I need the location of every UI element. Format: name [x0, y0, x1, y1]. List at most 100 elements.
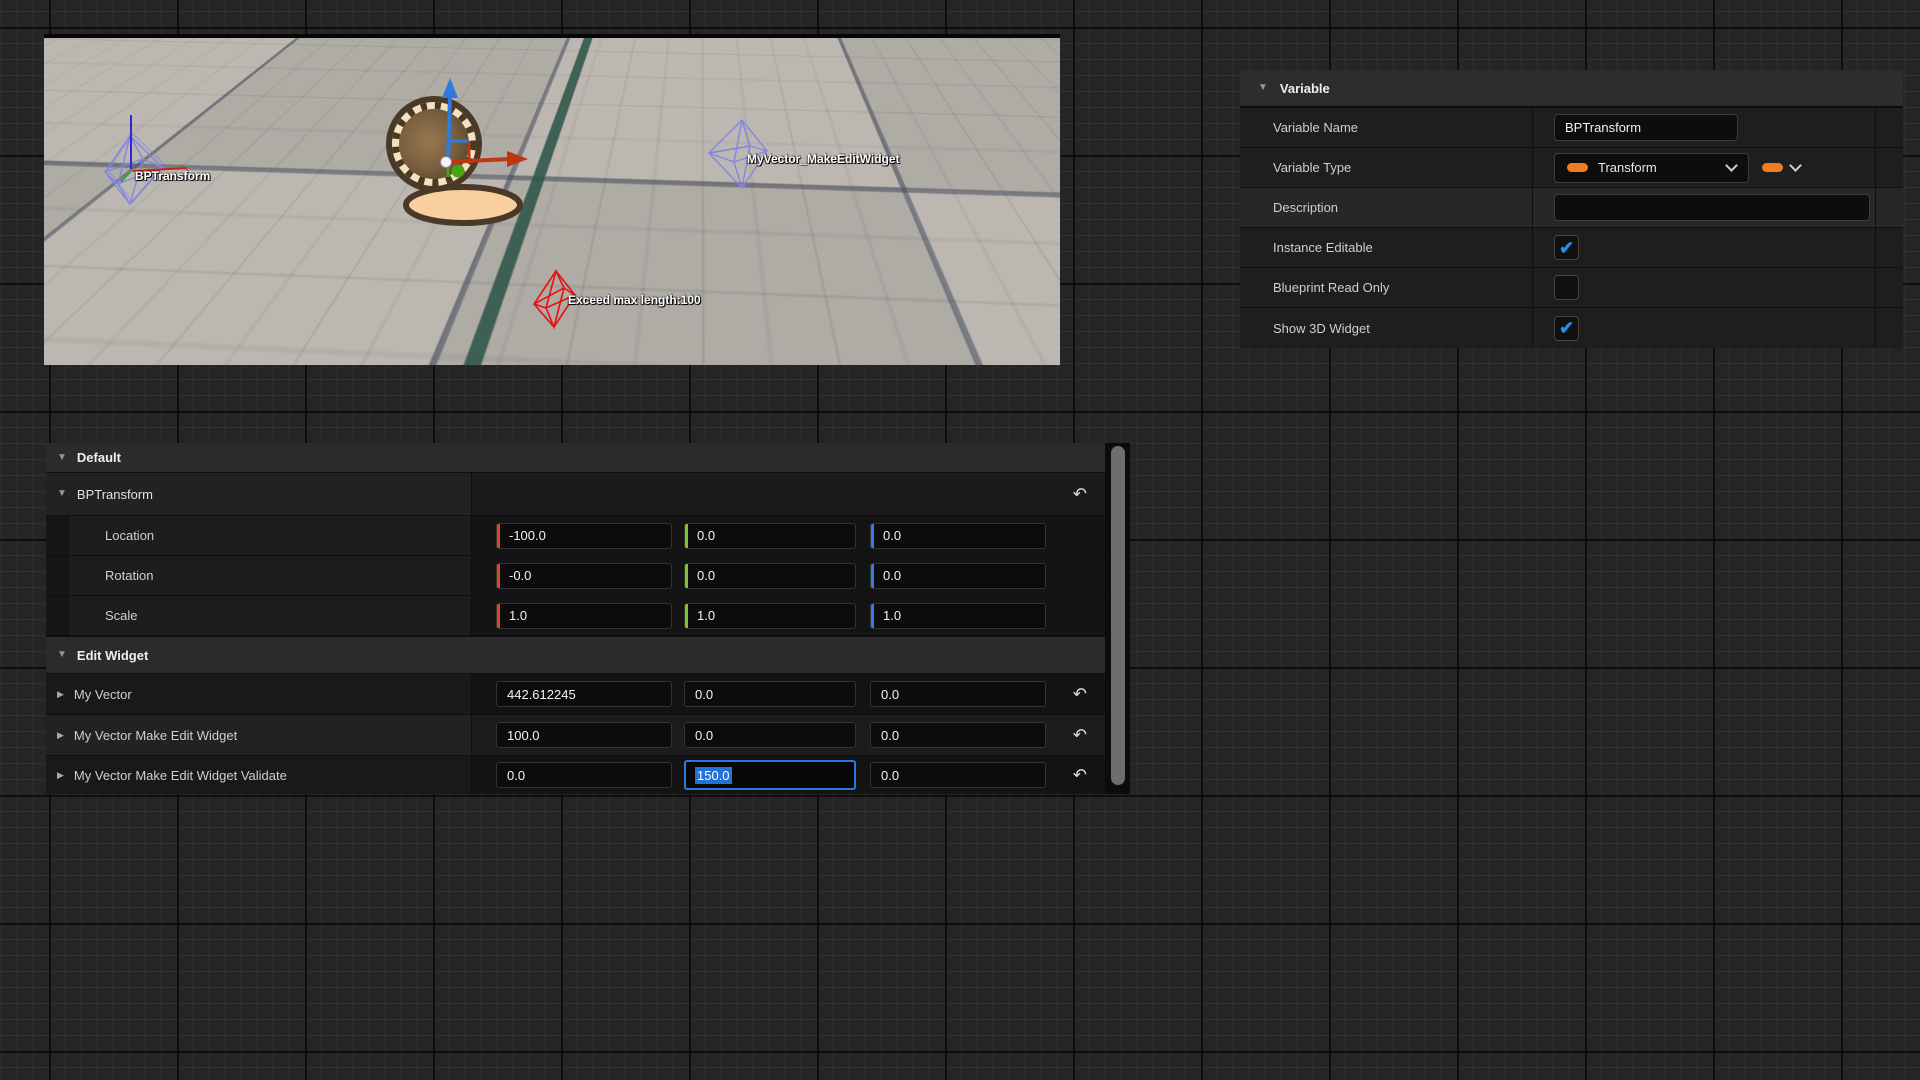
x-axis-color-bar: [497, 604, 500, 628]
makeeditwidget-viewport-label: MyVector_MakeEditWidget: [747, 152, 900, 166]
mv-make-edit-widget-x-input[interactable]: 100.0: [496, 722, 672, 748]
z-axis-color-bar: [871, 604, 874, 628]
my-vector-row: ▶ My Vector 442.612245 0.0 0.0 ↶: [46, 674, 1105, 715]
reset-to-default-button[interactable]: ↶: [1073, 727, 1087, 744]
instance-editable-checkbox[interactable]: ✔: [1554, 235, 1579, 260]
scale-label: Scale: [105, 608, 138, 623]
collapsed-triangle-icon[interactable]: ▶: [57, 690, 64, 699]
y-axis-color-bar: [685, 524, 688, 548]
scale-x-input[interactable]: 1.0: [496, 603, 672, 629]
mv-validate-z-input[interactable]: 0.0: [870, 762, 1046, 788]
description-row: Description: [1240, 188, 1903, 228]
description-input[interactable]: [1554, 194, 1870, 221]
expanded-triangle-icon: ▼: [57, 650, 67, 660]
variable-type-row: Variable Type Transform: [1240, 148, 1903, 188]
variable-name-input[interactable]: BPTransform: [1554, 114, 1738, 141]
variable-section-header[interactable]: ▼ Variable: [1240, 70, 1903, 108]
description-label: Description: [1273, 200, 1338, 215]
mv-make-edit-widget-z-input[interactable]: 0.0: [870, 722, 1046, 748]
gizmo-z-arrow[interactable]: [448, 94, 450, 162]
instance-editable-row: Instance Editable ✔: [1240, 228, 1903, 268]
mv-validate-y-input-focused[interactable]: 150.0: [684, 760, 856, 790]
row-gutter: [1875, 188, 1903, 227]
variable-section-title: Variable: [1280, 81, 1330, 96]
variable-name-label: Variable Name: [1273, 120, 1358, 135]
show-3d-widget-checkbox[interactable]: ✔: [1554, 316, 1579, 341]
gizmo-origin-handle[interactable]: [441, 157, 452, 168]
variable-name-row: Variable Name BPTransform: [1240, 108, 1903, 148]
z-axis-color-bar: [871, 564, 874, 588]
check-icon: ✔: [1559, 319, 1574, 337]
ball-shadow-decal: [406, 187, 520, 223]
instance-editable-label: Instance Editable: [1273, 240, 1373, 255]
variable-type-value: Transform: [1598, 160, 1717, 175]
x-axis-color-bar: [497, 564, 500, 588]
check-icon: ✔: [1559, 239, 1574, 257]
selected-text: 150.0: [695, 767, 732, 784]
scale-y-input[interactable]: 1.0: [684, 603, 856, 629]
blueprint-read-only-row: Blueprint Read Only ✔: [1240, 268, 1903, 308]
rotation-label: Rotation: [105, 568, 153, 583]
chevron-down-icon: [1789, 159, 1802, 172]
scale-row: Scale 1.0 1.0 1.0: [46, 596, 1105, 636]
y-axis-color-bar: [685, 604, 688, 628]
my-vector-x-input[interactable]: 442.612245: [496, 681, 672, 707]
preview-viewport[interactable]: BPTransform MyVector_MakeEditWidget Exce…: [44, 34, 1060, 365]
expanded-triangle-icon: ▼: [57, 453, 67, 463]
my-vector-make-edit-widget-validate-row: ▶ My Vector Make Edit Widget Validate 0.…: [46, 756, 1105, 794]
expanded-triangle-icon: ▼: [1258, 83, 1268, 93]
reset-to-default-button[interactable]: ↶: [1073, 486, 1087, 503]
details-scrollbar-thumb[interactable]: [1111, 446, 1125, 785]
transform-type-pill-icon: [1567, 163, 1588, 172]
rotation-x-input[interactable]: -0.0: [496, 563, 672, 589]
collapsed-triangle-icon[interactable]: ▶: [57, 731, 64, 740]
show-3d-widget-label: Show 3D Widget: [1273, 321, 1370, 336]
rotation-y-input[interactable]: 0.0: [684, 563, 856, 589]
row-gutter: [1875, 228, 1903, 267]
collapsed-triangle-icon[interactable]: ▶: [57, 771, 64, 780]
location-row: Location -100.0 0.0 0.0: [46, 516, 1105, 556]
my-vector-z-input[interactable]: 0.0: [870, 681, 1046, 707]
x-axis-color-bar: [497, 524, 500, 548]
row-gutter: [1875, 268, 1903, 307]
blueprint-editor-background[interactable]: BPTransform MyVector_MakeEditWidget Exce…: [0, 0, 1920, 1080]
row-gutter: [1875, 308, 1903, 348]
rotation-z-input[interactable]: 0.0: [870, 563, 1046, 589]
location-y-input[interactable]: 0.0: [684, 523, 856, 549]
exceed-max-viewport-label: Exceed max length:100: [568, 293, 701, 307]
z-axis-color-bar: [871, 524, 874, 548]
details-panel: ▼ Default ▼ BPTransform ↶ Location -100.…: [46, 443, 1130, 794]
variable-panel: ▼ Variable Variable Name BPTransform Var…: [1240, 70, 1903, 348]
blueprint-read-only-checkbox[interactable]: ✔: [1554, 275, 1579, 300]
details-scrollbar-track[interactable]: [1105, 443, 1130, 794]
edit-widget-category-title: Edit Widget: [77, 648, 148, 663]
blueprint-read-only-label: Blueprint Read Only: [1273, 280, 1389, 295]
location-x-input[interactable]: -100.0: [496, 523, 672, 549]
my-vector-make-edit-widget-label: My Vector Make Edit Widget: [74, 728, 237, 743]
container-type-dropdown[interactable]: [1762, 163, 1800, 172]
edit-widget-category-header[interactable]: ▼ Edit Widget: [46, 636, 1105, 674]
expanded-triangle-icon[interactable]: ▼: [57, 489, 67, 499]
my-vector-make-edit-widget-row: ▶ My Vector Make Edit Widget 100.0 0.0 0…: [46, 715, 1105, 756]
row-gutter: [1875, 148, 1903, 187]
scale-z-input[interactable]: 1.0: [870, 603, 1046, 629]
location-z-input[interactable]: 0.0: [870, 523, 1046, 549]
bptransform-viewport-label: BPTransform: [135, 169, 210, 183]
reset-to-default-button[interactable]: ↶: [1073, 686, 1087, 703]
mv-validate-x-input[interactable]: 0.0: [496, 762, 672, 788]
mv-make-edit-widget-y-input[interactable]: 0.0: [684, 722, 856, 748]
y-axis-color-bar: [685, 564, 688, 588]
default-category-header[interactable]: ▼ Default: [46, 443, 1105, 473]
bptransform-property-row: ▼ BPTransform ↶: [46, 473, 1105, 516]
variable-type-dropdown[interactable]: Transform: [1554, 153, 1749, 183]
variable-type-label: Variable Type: [1273, 160, 1351, 175]
viewport-overlay: [44, 38, 1060, 365]
default-category-title: Default: [77, 450, 121, 465]
reset-to-default-button[interactable]: ↶: [1073, 767, 1087, 784]
my-vector-label: My Vector: [74, 687, 132, 702]
rotation-row: Rotation -0.0 0.0 0.0: [46, 556, 1105, 596]
my-vector-y-input[interactable]: 0.0: [684, 681, 856, 707]
row-gutter: [1875, 108, 1903, 147]
bptransform-property-label: BPTransform: [77, 487, 153, 502]
container-type-pill-icon: [1762, 163, 1783, 172]
